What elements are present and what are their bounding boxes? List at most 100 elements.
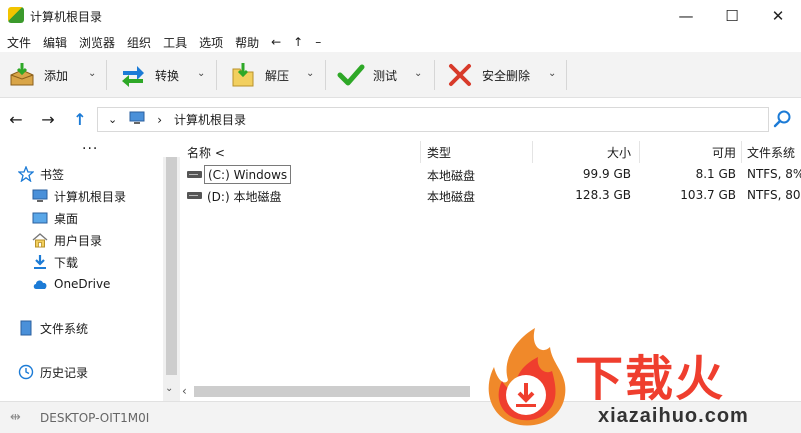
search-icon[interactable] — [773, 109, 793, 129]
add-dropdown-icon[interactable]: ⌄ — [88, 68, 96, 79]
column-divider[interactable] — [741, 141, 742, 163]
convert-button[interactable]: 转换 — [119, 52, 179, 98]
drive-filesystem: NTFS, 80% — [747, 188, 801, 202]
convert-label: 转换 — [155, 68, 180, 83]
menu-collapse[interactable]: – — [315, 35, 321, 49]
back-arrow-icon[interactable]: ← — [6, 109, 26, 129]
app-logo-icon — [8, 7, 24, 23]
up-arrow-icon[interactable]: ↑ — [70, 109, 90, 129]
convert-dropdown-icon[interactable]: ⌄ — [197, 68, 205, 79]
sidebar-filesystem[interactable]: 文件系统 — [18, 318, 88, 338]
column-header-name[interactable]: 名称 < — [187, 141, 225, 163]
title-bar: 计算机根目录 — ☐ ✕ — [0, 0, 801, 32]
drive-icon — [187, 192, 202, 199]
watermark-title: 下载火 — [575, 351, 726, 407]
network-icon: ⇹ — [10, 410, 21, 425]
history-dropdown-icon[interactable]: ⌄ — [108, 113, 117, 126]
toolbar-separator — [434, 60, 435, 90]
window-title: 计算机根目录 — [30, 10, 103, 24]
drive-icon — [187, 171, 202, 178]
sidebar-item-label: 下载 — [54, 255, 79, 270]
address-bar[interactable]: ⌄ › 计算机根目录 — [97, 107, 769, 132]
secure-delete-button[interactable]: 安全删除 — [446, 52, 530, 98]
computer-icon — [129, 111, 145, 128]
menu-options[interactable]: 选项 — [199, 34, 223, 51]
close-button[interactable]: ✕ — [755, 0, 801, 32]
menu-help[interactable]: 帮助 — [235, 34, 259, 51]
column-header-size[interactable]: 大小 — [533, 141, 631, 163]
flame-logo-icon — [480, 325, 575, 430]
menu-browser[interactable]: 浏览器 — [79, 34, 115, 51]
menu-organize[interactable]: 组织 — [127, 34, 151, 51]
drive-size: 99.9 GB — [582, 167, 631, 181]
add-button[interactable]: 添加 — [8, 52, 68, 98]
toolbar-separator — [325, 60, 326, 90]
sidebar-history[interactable]: 历史记录 — [18, 362, 88, 382]
toolbar-separator — [566, 60, 567, 90]
filesystem-icon — [18, 320, 34, 336]
sidebar-item-downloads[interactable]: 下载 — [32, 252, 78, 272]
file-list-scroll-thumb[interactable] — [194, 386, 470, 397]
sidebar-item-label: 用户目录 — [54, 233, 103, 248]
sidebar-item-label: 桌面 — [54, 211, 79, 226]
cloud-icon — [32, 276, 48, 292]
test-check-icon — [337, 61, 365, 89]
scroll-down-icon[interactable]: ⌄ — [165, 383, 173, 394]
menu-up-arrow[interactable]: ↑ — [293, 35, 303, 49]
desktop-icon — [32, 210, 48, 226]
extract-dropdown-icon[interactable]: ⌄ — [306, 68, 314, 79]
menu-tools[interactable]: 工具 — [163, 34, 187, 51]
table-row[interactable]: (C:) Windows 本地磁盘 99.9 GB 8.1 GB NTFS, 8… — [180, 164, 801, 185]
watermark: 下载火 xiazaihuo.com — [470, 325, 801, 433]
drive-size: 128.3 GB — [575, 188, 631, 202]
drive-free: 103.7 GB — [680, 188, 736, 202]
add-box-icon — [8, 61, 36, 89]
table-row[interactable]: (D:) 本地磁盘 本地磁盘 128.3 GB 103.7 GB NTFS, 8… — [180, 185, 801, 206]
navigation-bar: ← → ↑ ⌄ › 计算机根目录 — [0, 99, 801, 141]
forward-arrow-icon[interactable]: → — [38, 109, 58, 129]
extract-button[interactable]: 解压 — [229, 52, 289, 98]
sidebar-history-label: 历史记录 — [40, 365, 89, 380]
drive-type: 本地磁盘 — [427, 190, 476, 204]
delete-x-icon — [446, 61, 474, 89]
column-header-type[interactable]: 类型 — [427, 141, 451, 163]
toolbar-separator — [106, 60, 107, 90]
sidebar-item-label: OneDrive — [54, 277, 111, 291]
sidebar-more-icon[interactable]: ··· — [82, 141, 98, 157]
download-icon — [32, 254, 48, 270]
computer-icon — [32, 188, 48, 204]
sidebar-item-computer[interactable]: 计算机根目录 — [32, 186, 126, 206]
computer-name: DESKTOP-OIT1M0I — [40, 411, 150, 425]
sidebar-scroll-thumb[interactable] — [166, 157, 177, 375]
toolbar-separator — [216, 60, 217, 90]
watermark-url: xiazaihuo.com — [598, 405, 749, 427]
scroll-left-icon[interactable]: ‹ — [182, 384, 187, 398]
delete-dropdown-icon[interactable]: ⌄ — [548, 68, 556, 79]
drive-name[interactable]: (D:) 本地磁盘 — [207, 188, 281, 205]
maximize-button[interactable]: ☐ — [709, 0, 755, 32]
sidebar-item-onedrive[interactable]: OneDrive — [32, 274, 110, 294]
sidebar-item-home[interactable]: 用户目录 — [32, 230, 102, 250]
clock-icon — [18, 364, 34, 380]
test-button[interactable]: 测试 — [337, 52, 397, 98]
menu-edit[interactable]: 编辑 — [43, 34, 67, 51]
column-divider[interactable] — [420, 141, 421, 163]
breadcrumb-separator: › — [157, 112, 163, 127]
menu-file[interactable]: 文件 — [7, 34, 31, 51]
convert-arrows-icon — [119, 61, 147, 89]
menu-bar: 文件 编辑 浏览器 组织 工具 选项 帮助 ← ↑ – — [0, 32, 801, 52]
sidebar-filesystem-label: 文件系统 — [40, 321, 89, 336]
sidebar-item-desktop[interactable]: 桌面 — [32, 208, 78, 228]
test-dropdown-icon[interactable]: ⌄ — [414, 68, 422, 79]
column-header-filesystem[interactable]: 文件系统 — [747, 141, 795, 163]
sidebar-bookmarks[interactable]: 书签 — [18, 164, 64, 184]
breadcrumb-path[interactable]: 计算机根目录 — [174, 111, 246, 128]
menu-back-arrow[interactable]: ← — [271, 35, 281, 49]
sidebar-scrollbar[interactable]: ⌄ — [163, 157, 180, 401]
sidebar: ··· 书签 计算机根目录 桌面 用户目录 下载 OneDrive 文件系统 历… — [0, 141, 165, 401]
minimize-button[interactable]: — — [663, 0, 709, 32]
toolbar: 添加 ⌄ 转换 ⌄ 解压 ⌄ 测试 ⌄ 安全删除 ⌄ — [0, 52, 801, 98]
sidebar-bookmarks-label: 书签 — [40, 167, 65, 182]
column-header-free[interactable]: 可用 — [640, 141, 736, 163]
drive-name[interactable]: (C:) Windows — [204, 165, 292, 184]
